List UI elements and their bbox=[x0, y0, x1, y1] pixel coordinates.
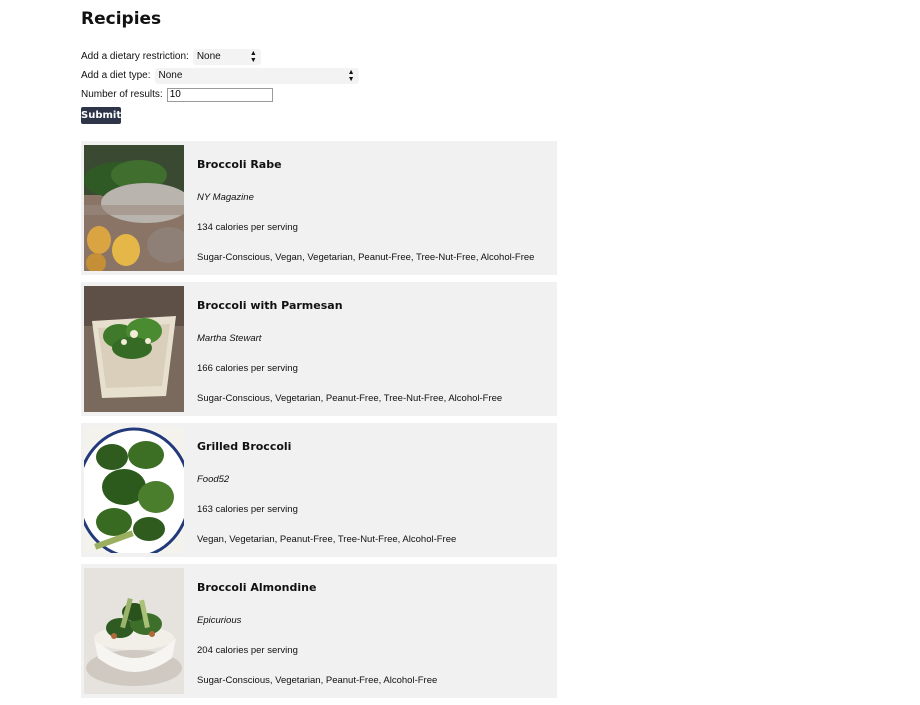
diet-row: Add a diet type: None ▲ ▼ bbox=[81, 66, 359, 85]
select-arrows-icon: ▲ ▼ bbox=[249, 49, 257, 64]
results-row: Number of results: bbox=[81, 85, 359, 104]
recipe-calories: 166 calories per serving bbox=[197, 363, 298, 374]
diet-select[interactable]: None ▲ ▼ bbox=[154, 67, 359, 84]
recipe-health-labels: Sugar-Conscious, Vegetarian, Peanut-Free… bbox=[197, 393, 503, 404]
page-title: Recipies bbox=[81, 9, 162, 29]
page: Recipies Add a dietary restriction: None… bbox=[0, 0, 920, 705]
recipe-source: Epicurious bbox=[197, 615, 242, 626]
recipe-card: Broccoli with Parmesan Martha Stewart 16… bbox=[81, 282, 557, 416]
select-arrows-icon: ▲ ▼ bbox=[347, 68, 355, 83]
recipe-source: Food52 bbox=[197, 474, 230, 485]
recipe-name[interactable]: Broccoli Almondine bbox=[197, 581, 316, 594]
recipe-name[interactable]: Grilled Broccoli bbox=[197, 440, 291, 453]
recipe-source: NY Magazine bbox=[197, 192, 254, 203]
recipe-calories: 163 calories per serving bbox=[197, 504, 298, 515]
results-label: Number of results: bbox=[81, 89, 163, 100]
recipe-source: Martha Stewart bbox=[197, 333, 262, 344]
recipe-health-labels: Sugar-Conscious, Vegan, Vegetarian, Pean… bbox=[197, 252, 535, 263]
recipe-card: Broccoli Almondine Epicurious 204 calori… bbox=[81, 564, 557, 698]
recipe-image bbox=[84, 427, 184, 553]
diet-label: Add a diet type: bbox=[81, 70, 151, 81]
search-form: Add a dietary restriction: None ▲ ▼ Add a… bbox=[81, 47, 359, 104]
recipe-health-labels: Sugar-Conscious, Vegetarian, Peanut-Free… bbox=[197, 675, 438, 686]
recipe-name[interactable]: Broccoli Rabe bbox=[197, 158, 282, 171]
recipe-calories: 134 calories per serving bbox=[197, 222, 298, 233]
recipe-card: Grilled Broccoli Food52 163 calories per… bbox=[81, 423, 557, 557]
recipe-image bbox=[84, 286, 184, 412]
recipe-health-labels: Vegan, Vegetarian, Peanut-Free, Tree-Nut… bbox=[197, 534, 457, 545]
recipe-card: Broccoli Rabe NY Magazine 134 calories p… bbox=[81, 141, 557, 275]
recipe-image bbox=[84, 568, 184, 694]
recipe-image bbox=[84, 145, 184, 271]
restriction-select[interactable]: None ▲ ▼ bbox=[192, 48, 261, 65]
recipe-name[interactable]: Broccoli with Parmesan bbox=[197, 299, 343, 312]
restriction-row: Add a dietary restriction: None ▲ ▼ bbox=[81, 47, 359, 66]
restriction-select-value: None bbox=[196, 51, 221, 62]
results-input[interactable] bbox=[166, 87, 273, 102]
diet-select-value: None bbox=[158, 70, 183, 81]
submit-button[interactable]: Submit bbox=[81, 107, 121, 124]
restriction-label: Add a dietary restriction: bbox=[81, 51, 189, 62]
recipe-calories: 204 calories per serving bbox=[197, 645, 298, 656]
